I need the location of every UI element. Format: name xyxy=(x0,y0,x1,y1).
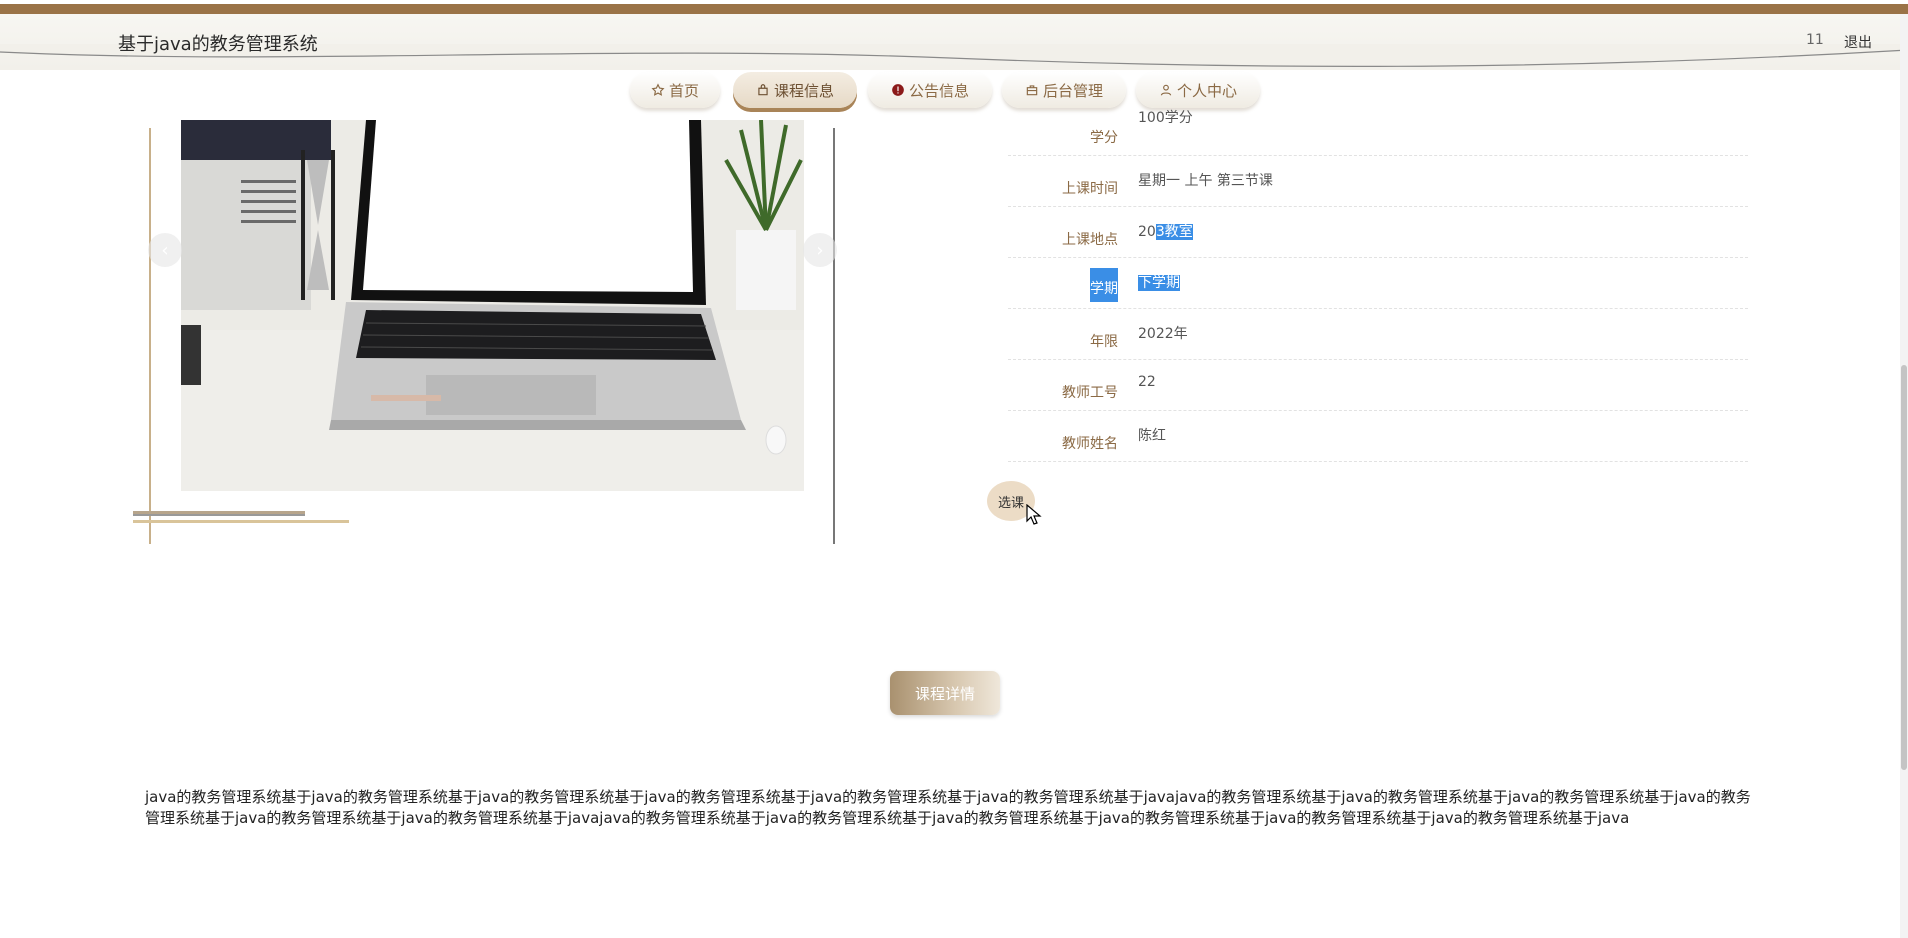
nav-item-label: 公告信息 xyxy=(908,81,969,100)
carousel-prev-button[interactable]: ‹ xyxy=(148,233,182,267)
bag-icon xyxy=(758,84,768,96)
decor-line xyxy=(133,520,349,523)
info-value: 星期一 上午 第三节课 xyxy=(1138,173,1273,189)
mouse-cursor-icon xyxy=(1026,504,1042,525)
star-icon xyxy=(651,83,665,96)
current-user-name: 11 xyxy=(1806,32,1824,48)
info-label: 上课时间 xyxy=(1062,181,1118,197)
nav-item-label: 首页 xyxy=(668,81,699,100)
alert-circle-icon xyxy=(892,84,904,96)
site-title: 基于java的教务管理系统 xyxy=(118,34,318,55)
info-value: 陈红 xyxy=(1138,428,1166,444)
info-row-teacher-id: 教师工号 22 xyxy=(1008,360,1748,411)
nav-item-course-info[interactable]: 课程信息 xyxy=(733,72,857,108)
carousel-frame-left-line xyxy=(149,128,151,544)
user-icon xyxy=(1160,84,1172,96)
info-value: 203教室 xyxy=(1138,221,1193,241)
info-label: 教师姓名 xyxy=(1062,436,1118,452)
decor-line xyxy=(133,514,305,516)
top-accent-strip xyxy=(0,4,1908,14)
info-label: 教师工号 xyxy=(1062,385,1118,401)
page: 基于java的教务管理系统 11 退出 首页 课程信息 公告信息 后台管理 个人… xyxy=(0,0,1908,938)
nav-item-label: 后台管理 xyxy=(1042,81,1103,100)
selected-text: 下学期 xyxy=(1138,275,1180,291)
info-value: 22 xyxy=(1138,374,1156,390)
briefcase-icon xyxy=(1026,85,1038,96)
laptop-illustration xyxy=(181,120,804,491)
selected-text: 3教室 xyxy=(1155,224,1193,240)
info-label: 学分 xyxy=(1090,130,1118,146)
carousel-next-button[interactable]: › xyxy=(803,233,837,267)
info-row-location: 上课地点 203教室 xyxy=(1008,207,1748,258)
carousel-frame-right-line xyxy=(833,128,835,544)
scrollbar-thumb[interactable] xyxy=(1901,365,1907,770)
info-row-credits: 学分 100学分 xyxy=(1008,105,1748,156)
nav-item-profile[interactable]: 个人中心 xyxy=(1136,72,1260,108)
course-image xyxy=(181,120,804,491)
course-description: java的教务管理系统基于java的教务管理系统基于java的教务管理系统基于j… xyxy=(145,788,1751,827)
nav-item-admin[interactable]: 后台管理 xyxy=(1002,72,1126,108)
info-label: 上课地点 xyxy=(1062,232,1118,248)
info-row-class-time: 上课时间 星期一 上午 第三节课 xyxy=(1008,156,1748,207)
nav-item-home[interactable]: 首页 xyxy=(630,72,720,108)
info-label: 学期 xyxy=(1090,268,1118,302)
info-value: 下学期 xyxy=(1138,272,1180,292)
nav-item-label: 课程信息 xyxy=(773,81,834,100)
nav-item-announcements[interactable]: 公告信息 xyxy=(868,72,992,108)
info-label: 年限 xyxy=(1090,334,1118,350)
info-row-semester: 学期 下学期 xyxy=(1008,258,1748,309)
nav-item-label: 个人中心 xyxy=(1176,81,1237,100)
info-value: 100学分 xyxy=(1138,110,1193,126)
course-detail-button[interactable]: 课程详情 xyxy=(890,671,1000,715)
info-value: 2022年 xyxy=(1138,326,1188,342)
info-value-prefix: 20 xyxy=(1138,224,1156,240)
logout-link[interactable]: 退出 xyxy=(1844,32,1872,52)
info-row-year: 年限 2022年 xyxy=(1008,309,1748,360)
info-row-teacher-name: 教师姓名 陈红 xyxy=(1008,411,1748,462)
